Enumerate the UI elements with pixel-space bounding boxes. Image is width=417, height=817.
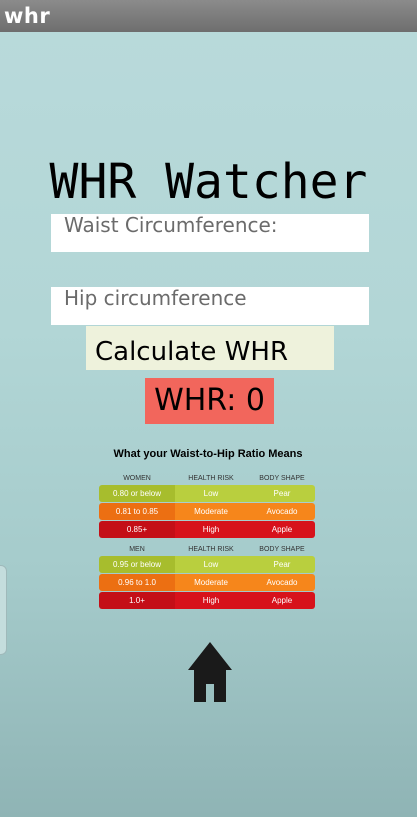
men-row-low-shape: Pear bbox=[273, 560, 291, 569]
window-title: whr bbox=[4, 4, 51, 28]
women-header-risk: HEALTH RISK bbox=[188, 475, 234, 482]
women-row-low-ratio: 0.80 or below bbox=[112, 489, 162, 498]
women-row-low: 0.80 or below Low Pear bbox=[99, 485, 315, 502]
chart-title: What your Waist-to-Hip Ratio Means bbox=[113, 448, 303, 460]
men-row-moderate-shape: Avocado bbox=[266, 578, 298, 587]
whr-result-text: WHR: 0 bbox=[154, 383, 265, 418]
men-row-high-risk: High bbox=[202, 596, 220, 605]
women-row-moderate-ratio: 0.81 to 0.85 bbox=[115, 507, 159, 516]
women-row-low-risk: Low bbox=[203, 489, 219, 498]
women-row-moderate-shape: Avocado bbox=[266, 507, 298, 516]
waist-input-placeholder: Waist Circumference: bbox=[64, 214, 278, 237]
app-title: WHR Watcher bbox=[49, 154, 368, 210]
men-row-low: 0.95 or below Low Pear bbox=[99, 556, 315, 573]
women-row-high: 0.85+ High Apple bbox=[99, 521, 315, 538]
women-row-moderate-risk: Moderate bbox=[194, 507, 228, 516]
calculate-whr-button[interactable]: Calculate WHR bbox=[86, 326, 334, 370]
waist-circumference-input[interactable]: Waist Circumference: bbox=[51, 214, 369, 252]
women-header-shape: BODY SHAPE bbox=[259, 475, 305, 482]
men-header-row: MEN HEALTH RISK BODY SHAPE bbox=[99, 546, 317, 556]
women-row-high-shape: Apple bbox=[271, 525, 293, 534]
men-row-high-shape: Apple bbox=[271, 596, 293, 605]
hip-circumference-input[interactable]: Hip circumference bbox=[51, 287, 369, 325]
women-header-gender: WOMEN bbox=[123, 475, 151, 482]
women-row-high-ratio: 0.85+ bbox=[126, 525, 148, 534]
men-header-gender: MEN bbox=[129, 546, 145, 553]
men-header-risk: HEALTH RISK bbox=[188, 546, 234, 553]
men-row-moderate-risk: Moderate bbox=[194, 578, 228, 587]
hip-input-placeholder: Hip circumference bbox=[64, 287, 247, 310]
men-row-low-ratio: 0.95 or below bbox=[112, 560, 162, 569]
women-row-high-risk: High bbox=[202, 525, 220, 534]
women-row-low-shape: Pear bbox=[273, 489, 291, 498]
men-header-shape: BODY SHAPE bbox=[259, 546, 305, 553]
men-row-moderate-ratio: 0.96 to 1.0 bbox=[118, 578, 156, 587]
window-titlebar: whr bbox=[0, 0, 417, 32]
men-row-moderate: 0.96 to 1.0 Moderate Avocado bbox=[99, 574, 315, 591]
men-row-low-risk: Low bbox=[203, 560, 219, 569]
whr-result-display: WHR: 0 bbox=[145, 378, 274, 424]
women-row-moderate: 0.81 to 0.85 Moderate Avocado bbox=[99, 503, 315, 520]
women-header-row: WOMEN HEALTH RISK BODY SHAPE bbox=[99, 475, 317, 485]
men-row-high-ratio: 1.0+ bbox=[129, 596, 145, 605]
side-drawer-handle[interactable] bbox=[0, 565, 7, 655]
men-row-high: 1.0+ High Apple bbox=[99, 592, 315, 609]
home-icon[interactable] bbox=[186, 640, 234, 704]
calculate-whr-label: Calculate WHR bbox=[95, 337, 289, 367]
